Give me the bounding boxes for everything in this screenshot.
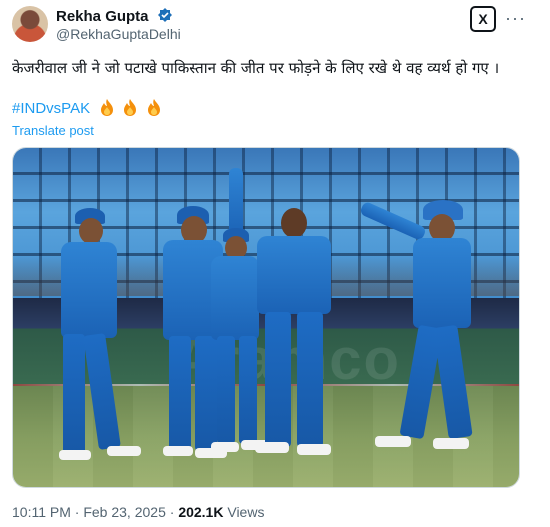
hashtag-link[interactable]: #INDvsPAK — [12, 100, 90, 117]
tweet-text: केजरीवाल जी ने जो पटाखे पाकिस्तान की जीत… — [12, 59, 500, 77]
tweet-photo[interactable]: Aramco — [12, 147, 520, 488]
fire-icon — [101, 99, 114, 116]
author-handle[interactable]: @RekhaGuptaDelhi — [56, 26, 181, 42]
meta-separator: · — [74, 504, 80, 520]
hashtag-line: #INDvsPAK — [12, 99, 166, 117]
views-label: Views — [227, 504, 265, 520]
tweet-card[interactable]: Rekha Gupta @RekhaGuptaDelhi X ··· केजरी… — [0, 0, 550, 527]
post-time[interactable]: 10:11 PM — [12, 504, 71, 520]
author-name[interactable]: Rekha Gupta — [56, 7, 173, 25]
grok-label: X — [478, 11, 488, 27]
more-options-icon[interactable]: ··· — [505, 8, 526, 29]
verified-badge-icon — [157, 8, 172, 22]
avatar[interactable] — [12, 6, 48, 42]
fire-icon — [124, 99, 137, 116]
x-grok-icon[interactable]: X — [470, 6, 496, 32]
post-date[interactable]: Feb 23, 2025 — [83, 504, 166, 520]
meta-separator: · — [169, 504, 175, 520]
views-count[interactable]: 202.1K — [178, 504, 223, 520]
fire-icon — [147, 99, 160, 116]
tweet-meta: 10:11 PM · Feb 23, 2025 · 202.1K Views — [12, 504, 264, 520]
emoji-group — [100, 99, 165, 117]
author-name-text[interactable]: Rekha Gupta — [56, 8, 149, 25]
translate-post-link[interactable]: Translate post — [12, 123, 94, 138]
